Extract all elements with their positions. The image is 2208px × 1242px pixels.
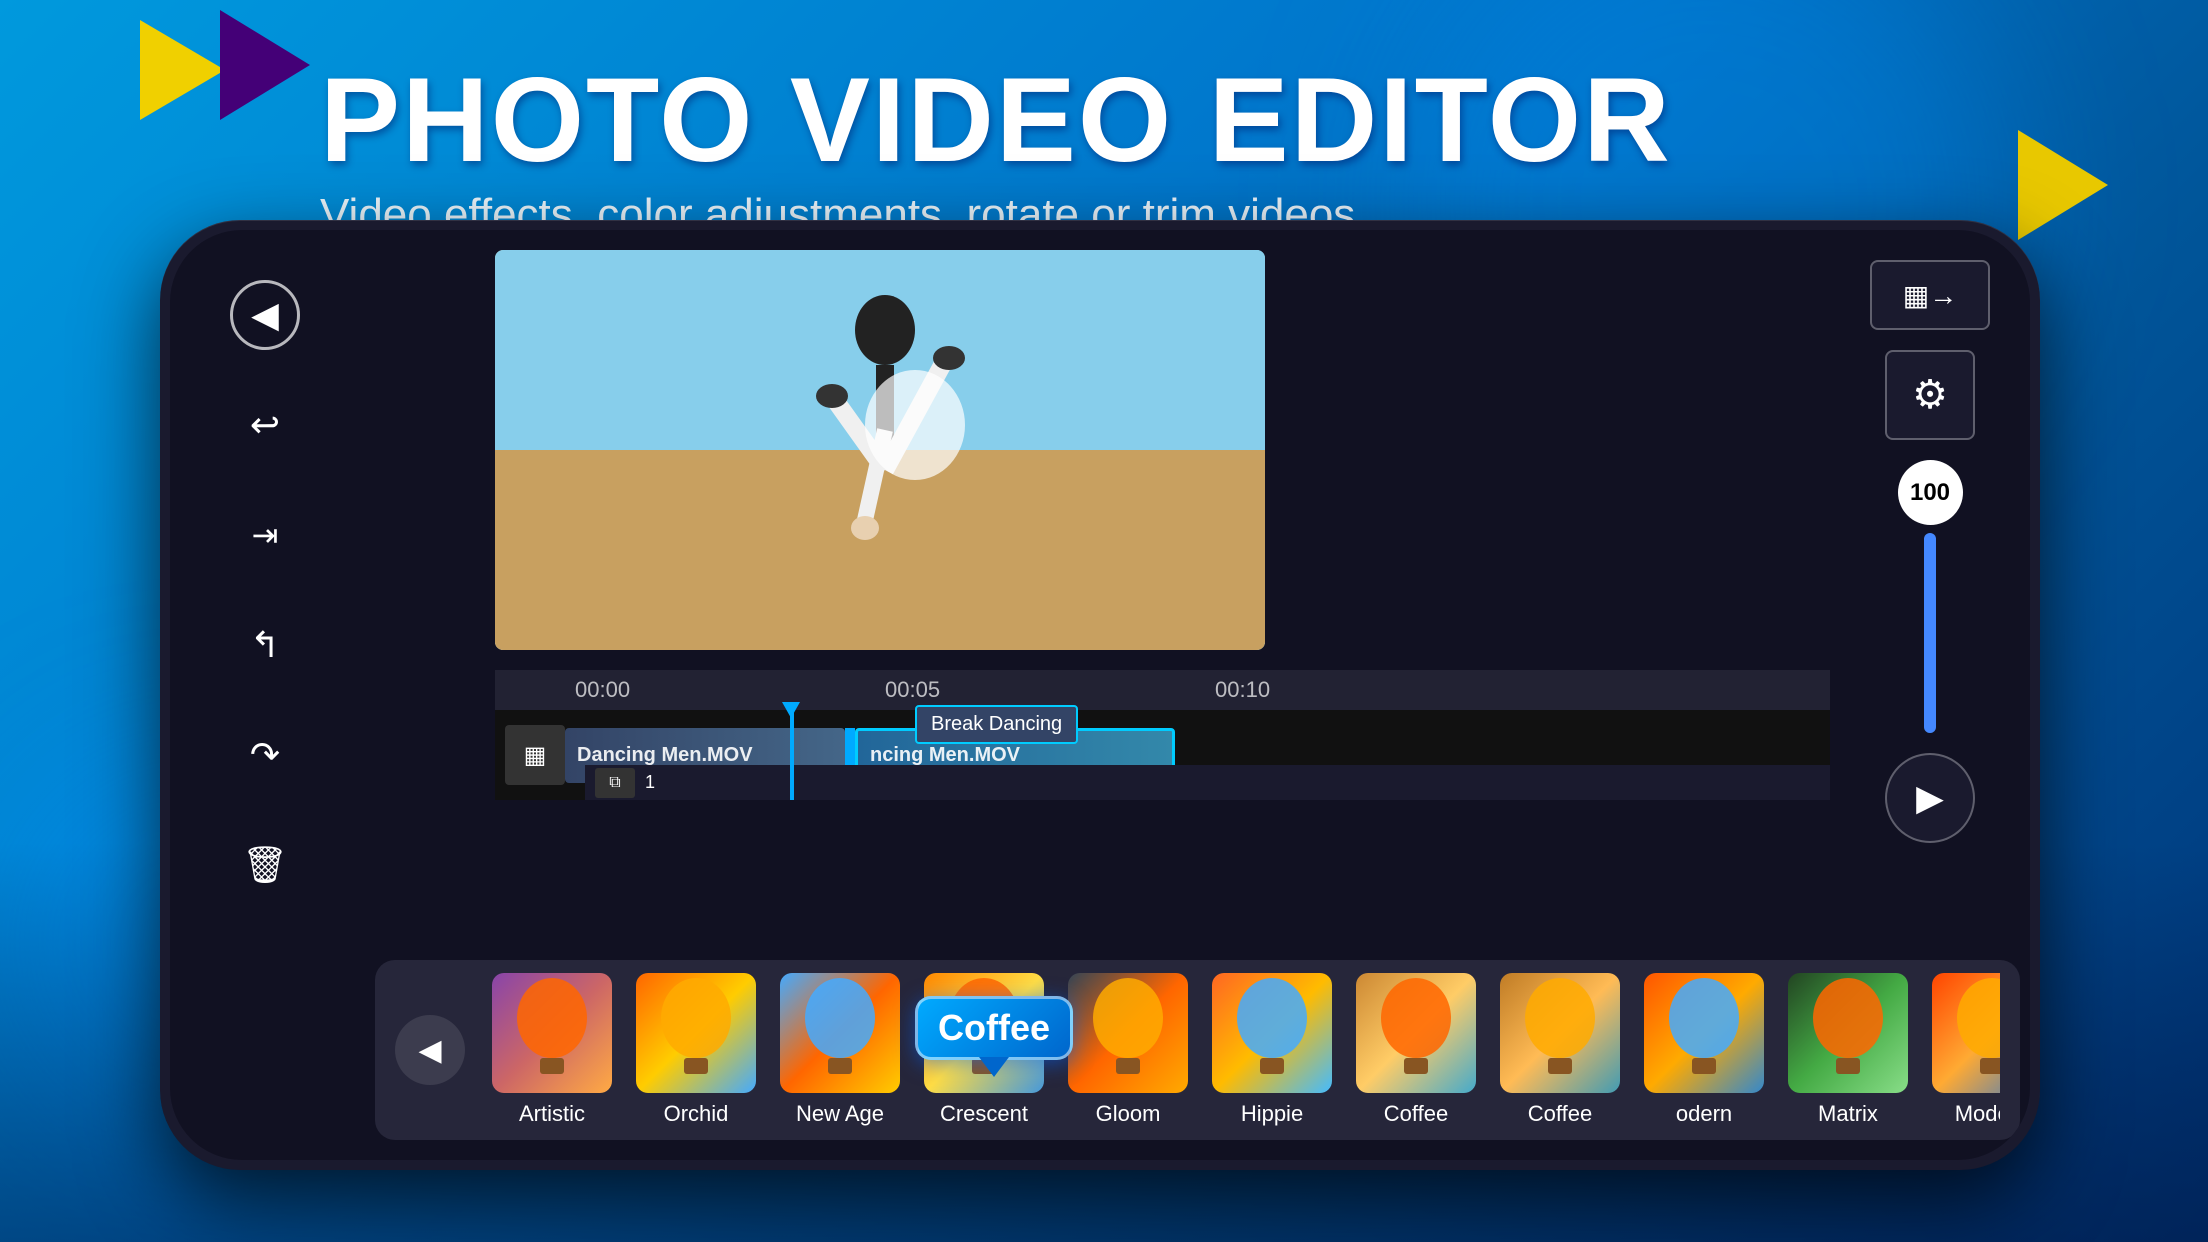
film-strip-icon: ▦ (524, 741, 547, 770)
clip-2-label: ncing Men.MOV (870, 744, 1020, 767)
main-content: ▦→ ⚙ 100 ▶ (325, 230, 2030, 1160)
overlay-label: 1 (645, 772, 655, 793)
filter-thumb-orchid (636, 973, 756, 1093)
filter-item-orchid[interactable]: Orchid (636, 973, 756, 1127)
import-button[interactable]: ⇥ (230, 500, 300, 570)
playhead[interactable] (790, 710, 794, 800)
export-button[interactable]: ▦→ (1870, 260, 1990, 330)
delete-button[interactable]: 🗑 (230, 830, 300, 900)
filter-thumb-modern (1644, 973, 1764, 1093)
filter-item-gloom[interactable]: Gloom (1068, 973, 1188, 1127)
filter-item-coffee[interactable]: Coffee (1356, 973, 1476, 1127)
filter-item-modern[interactable]: odern (1644, 973, 1764, 1127)
time-mark-0: 00:00 (575, 677, 630, 703)
page-title: PHOTO VIDEO EDITOR (320, 60, 1672, 180)
filter-label-gloom: Gloom (1096, 1101, 1161, 1127)
phone-device: ◀ ↩ ⇥ ↰ ↷ 🗑 (160, 220, 2040, 1170)
film-icon: ▦ (505, 725, 565, 785)
volume-value: 100 (1898, 460, 1963, 525)
filter-back-icon: ◀ (418, 1033, 441, 1068)
phone-screen: ◀ ↩ ⇥ ↰ ↷ 🗑 (170, 230, 2030, 1160)
import-icon: ⇥ (252, 516, 279, 554)
filter-label-artistic: Artistic (519, 1101, 585, 1127)
filter-item-modern2[interactable]: Modern (1932, 973, 2000, 1127)
filter-bar: ◀ Artistic Orchid New Age Crescent Gloom Hipp… (375, 960, 2020, 1140)
reply-icon: ↰ (250, 624, 280, 666)
sidebar: ◀ ↩ ⇥ ↰ ↷ 🗑 (210, 250, 320, 1160)
settings-button[interactable]: ⚙ (1885, 350, 1975, 440)
triangle-yellow-top-icon (140, 20, 225, 120)
filter-label-crescent: Crescent (940, 1101, 1028, 1127)
filter-thumb-artistic (492, 973, 612, 1093)
time-mark-10: 00:10 (1215, 677, 1270, 703)
undo-icon: ↩ (250, 404, 280, 446)
volume-track[interactable] (1924, 533, 1936, 733)
filter-thumb-newage (780, 973, 900, 1093)
filter-item-newage[interactable]: New Age (780, 973, 900, 1127)
filter-thumb-modern2 (1932, 973, 2000, 1093)
overlay-track: ⧉ 1 (585, 765, 1830, 800)
filter-label-newage: New Age (796, 1101, 884, 1127)
filter-label-modern2: Modern (1955, 1101, 2000, 1127)
timeline-area: 00:00 00:05 00:10 ▦ Dancing Men.MOV (495, 670, 1830, 800)
filter-label-matrix: Matrix (1818, 1101, 1878, 1127)
filter-items-list: Artistic Orchid New Age Crescent Gloom Hippie… (480, 973, 2000, 1127)
filter-back-button[interactable]: ◀ (395, 1015, 465, 1085)
time-mark-5: 00:05 (885, 677, 940, 703)
triangle-purple-top-icon (220, 10, 310, 120)
play-button[interactable]: ▶ (1885, 753, 1975, 843)
phone-body: ◀ ↩ ⇥ ↰ ↷ 🗑 (160, 220, 2040, 1170)
video-preview (495, 250, 1265, 650)
filter-label-modern: odern (1676, 1101, 1732, 1127)
dancer-svg (495, 250, 1265, 650)
filter-label-orchid: Orchid (664, 1101, 729, 1127)
break-dancing-label: Break Dancing (915, 705, 1078, 744)
filter-label-coffee: Coffee (1384, 1101, 1448, 1127)
filter-thumb-hippie (1212, 973, 1332, 1093)
filter-thumb-gloom (1068, 973, 1188, 1093)
delete-icon: 🗑 (242, 844, 288, 886)
reply-button[interactable]: ↰ (230, 610, 300, 680)
play-icon: ▶ (1916, 777, 1944, 819)
volume-fill (1924, 533, 1936, 733)
filter-item-matrix[interactable]: Matrix (1788, 973, 1908, 1127)
forward-button[interactable]: ↷ (230, 720, 300, 790)
filter-label-coffee2: Coffee (1528, 1101, 1592, 1127)
coffee-tooltip: Coffee (915, 996, 1073, 1060)
volume-control: 100 (1898, 460, 1963, 733)
undo-button[interactable]: ↩ (230, 390, 300, 460)
back-circle-button[interactable]: ◀ (230, 280, 300, 350)
filter-item-artistic[interactable]: Artistic (492, 973, 612, 1127)
right-panel: ▦→ ⚙ 100 ▶ (1850, 260, 2010, 843)
overlay-icon: ⧉ (595, 768, 635, 798)
filter-thumb-matrix (1788, 973, 1908, 1093)
filter-item-coffee2[interactable]: Coffee (1500, 973, 1620, 1127)
export-icon: ▦→ (1903, 279, 1957, 312)
back-circle-icon: ◀ (251, 294, 279, 336)
header: PHOTO VIDEO EDITOR Video effects, color … (320, 60, 1672, 240)
settings-icon: ⚙ (1912, 372, 1948, 418)
filter-label-hippie: Hippie (1241, 1101, 1303, 1127)
timeline-ruler: 00:00 00:05 00:10 (495, 670, 1830, 710)
playhead-triangle (782, 702, 800, 718)
filter-item-hippie[interactable]: Hippie (1212, 973, 1332, 1127)
filter-thumb-coffee2 (1500, 973, 1620, 1093)
clip-1-label: Dancing Men.MOV (577, 744, 753, 767)
filter-thumb-coffee (1356, 973, 1476, 1093)
forward-icon: ↷ (250, 734, 280, 776)
